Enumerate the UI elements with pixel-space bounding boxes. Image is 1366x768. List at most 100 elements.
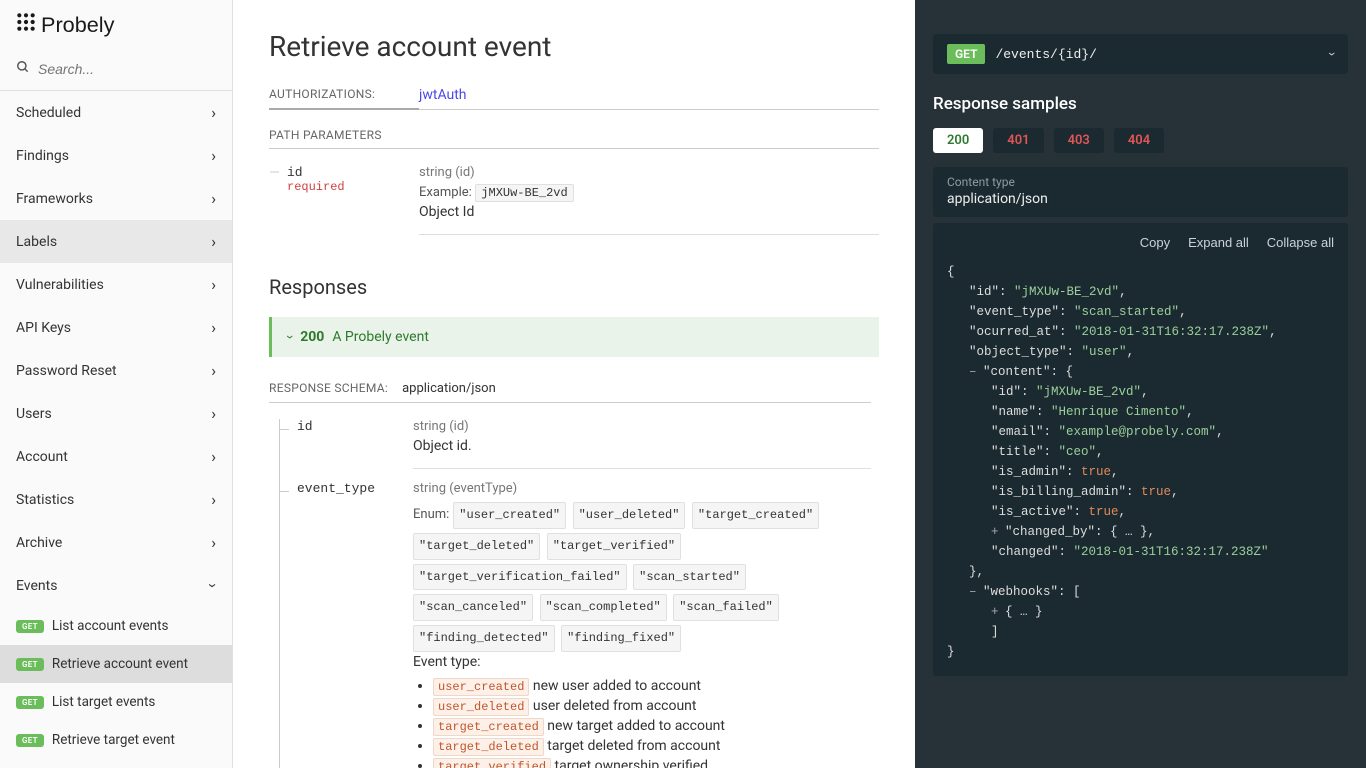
chevron-right-icon: ›: [211, 533, 216, 552]
nav-vulnerabilities[interactable]: Vulnerabilities›: [0, 263, 232, 306]
path-params-label: PATH PARAMETERS: [269, 128, 879, 149]
enum-chip: "scan_canceled": [413, 594, 533, 621]
expand-toggle[interactable]: +: [991, 602, 1001, 622]
enum-chip: "scan_completed": [540, 594, 667, 621]
tab-200[interactable]: 200: [933, 128, 983, 153]
example-label: Example:: [419, 185, 472, 200]
nav-findings[interactable]: Findings›: [0, 134, 232, 177]
authorizations-label: AUTHORIZATIONS:: [269, 87, 419, 110]
enum-desc-item: target_created new target added to accou…: [433, 718, 871, 734]
sub-list-account-events[interactable]: GETList account events: [0, 607, 232, 645]
responses-heading: Responses: [269, 275, 879, 299]
enum-chip: "target_verification_failed": [413, 564, 627, 591]
field-id-name: id: [297, 419, 413, 434]
field-event-type-name: event_type: [297, 481, 413, 496]
chevron-right-icon: ›: [211, 361, 216, 380]
right-panel: GET /events/{id}/ › Response samples 200…: [915, 0, 1366, 768]
sub-retrieve-account-event[interactable]: GETRetrieve account event: [0, 645, 232, 683]
chevron-down-icon: ›: [282, 335, 298, 339]
http-get-badge: GET: [947, 44, 985, 64]
nav-account[interactable]: Account›: [0, 435, 232, 478]
nav-scheduled[interactable]: Scheduled›: [0, 91, 232, 134]
search-box[interactable]: [0, 54, 232, 91]
collapse-toggle[interactable]: –: [969, 582, 979, 602]
enum-chip: "finding_detected": [413, 625, 555, 652]
chevron-right-icon: ›: [211, 146, 216, 165]
enum-chip: "target_verified": [547, 533, 681, 560]
nav-apikeys[interactable]: API Keys›: [0, 306, 232, 349]
http-get-badge: GET: [16, 696, 44, 709]
enum-list: Enum:"user_created" "user_deleted" "targ…: [413, 500, 871, 654]
expand-all-button[interactable]: Expand all: [1188, 233, 1249, 254]
param-desc: Object Id: [419, 204, 879, 220]
sub-retrieve-target-event[interactable]: GETRetrieve target event: [0, 721, 232, 759]
chevron-right-icon: ›: [211, 490, 216, 509]
field-id-type: string (id): [413, 419, 871, 434]
nav-users[interactable]: Users›: [0, 392, 232, 435]
content-type-value: application/json: [947, 191, 1334, 207]
enum-desc-item: target_deleted target deleted from accou…: [433, 738, 871, 754]
field-event-type-type: string (eventType): [413, 481, 871, 496]
chevron-down-icon: ›: [204, 583, 223, 588]
response-schema-ct: application/json: [402, 381, 496, 396]
search-input[interactable]: [38, 61, 220, 77]
nav-archive[interactable]: Archive›: [0, 521, 232, 564]
nav-frameworks[interactable]: Frameworks›: [0, 177, 232, 220]
enum-chip: "user_created": [453, 502, 566, 529]
tab-403[interactable]: 403: [1054, 128, 1104, 153]
svg-text:Probely: Probely: [41, 12, 115, 37]
chevron-right-icon: ›: [211, 189, 216, 208]
expand-toggle[interactable]: +: [991, 522, 1001, 542]
enum-chip: "scan_started": [633, 564, 746, 591]
auth-value[interactable]: jwtAuth: [419, 87, 467, 103]
enum-desc-item: user_deleted user deleted from account: [433, 698, 871, 714]
enum-desc-item: target_verified target ownership verifie…: [433, 758, 871, 768]
json-sample: Copy Expand all Collapse all { "id": "jM…: [933, 223, 1348, 676]
param-name: id: [287, 165, 419, 180]
nav-labels[interactable]: Labels›: [0, 220, 232, 263]
response-schema-label: RESPONSE SCHEMA:: [269, 381, 388, 395]
enum-chip: "target_deleted": [413, 533, 540, 560]
event-type-desc-heading: Event type:: [413, 654, 871, 670]
endpoint-box[interactable]: GET /events/{id}/ ›: [933, 34, 1348, 74]
enum-desc-item: user_created new user added to account: [433, 678, 871, 694]
content-type-label: Content type: [947, 175, 1334, 189]
copy-button[interactable]: Copy: [1140, 233, 1170, 254]
http-get-badge: GET: [16, 658, 44, 671]
page-title: Retrieve account event: [269, 30, 879, 63]
endpoint-path: /events/{id}/: [995, 47, 1096, 62]
logo[interactable]: Probely: [0, 0, 232, 54]
chevron-right-icon: ›: [211, 404, 216, 423]
response-text: A Probely event: [332, 329, 429, 345]
main-content: Retrieve account event AUTHORIZATIONS: j…: [233, 0, 915, 768]
collapse-all-button[interactable]: Collapse all: [1267, 233, 1334, 254]
http-get-badge: GET: [16, 620, 44, 633]
param-required: required: [287, 180, 419, 194]
content-type-box: Content type application/json: [933, 167, 1348, 217]
example-value: jMXUw-BE_2vd: [475, 184, 573, 202]
enum-chip: "finding_fixed": [561, 625, 681, 652]
nav-password-reset[interactable]: Password Reset›: [0, 349, 232, 392]
search-icon: [16, 60, 30, 78]
chevron-right-icon: ›: [211, 275, 216, 294]
collapse-toggle[interactable]: –: [969, 362, 979, 382]
response-code: 200: [300, 329, 324, 345]
enum-chip: "target_created": [692, 502, 819, 529]
response-samples-title: Response samples: [933, 94, 1348, 114]
param-type: string (id): [419, 165, 879, 180]
response-tabs: 200 401 403 404: [933, 128, 1348, 153]
sub-list-target-events[interactable]: GETList target events: [0, 683, 232, 721]
enum-chip: "scan_failed": [673, 594, 779, 621]
http-get-badge: GET: [16, 734, 44, 747]
tab-401[interactable]: 401: [993, 128, 1043, 153]
chevron-right-icon: ›: [211, 447, 216, 466]
enum-chip: "user_deleted": [573, 502, 686, 529]
chevron-down-icon: ›: [1324, 52, 1340, 56]
chevron-right-icon: ›: [211, 232, 216, 251]
sidebar: Probely Scheduled› Findings› Frameworks›…: [0, 0, 233, 768]
response-200-row[interactable]: › 200 A Probely event: [269, 317, 879, 357]
nav-statistics[interactable]: Statistics›: [0, 478, 232, 521]
tab-404[interactable]: 404: [1114, 128, 1164, 153]
nav-events[interactable]: Events›: [0, 564, 232, 607]
chevron-right-icon: ›: [211, 103, 216, 122]
